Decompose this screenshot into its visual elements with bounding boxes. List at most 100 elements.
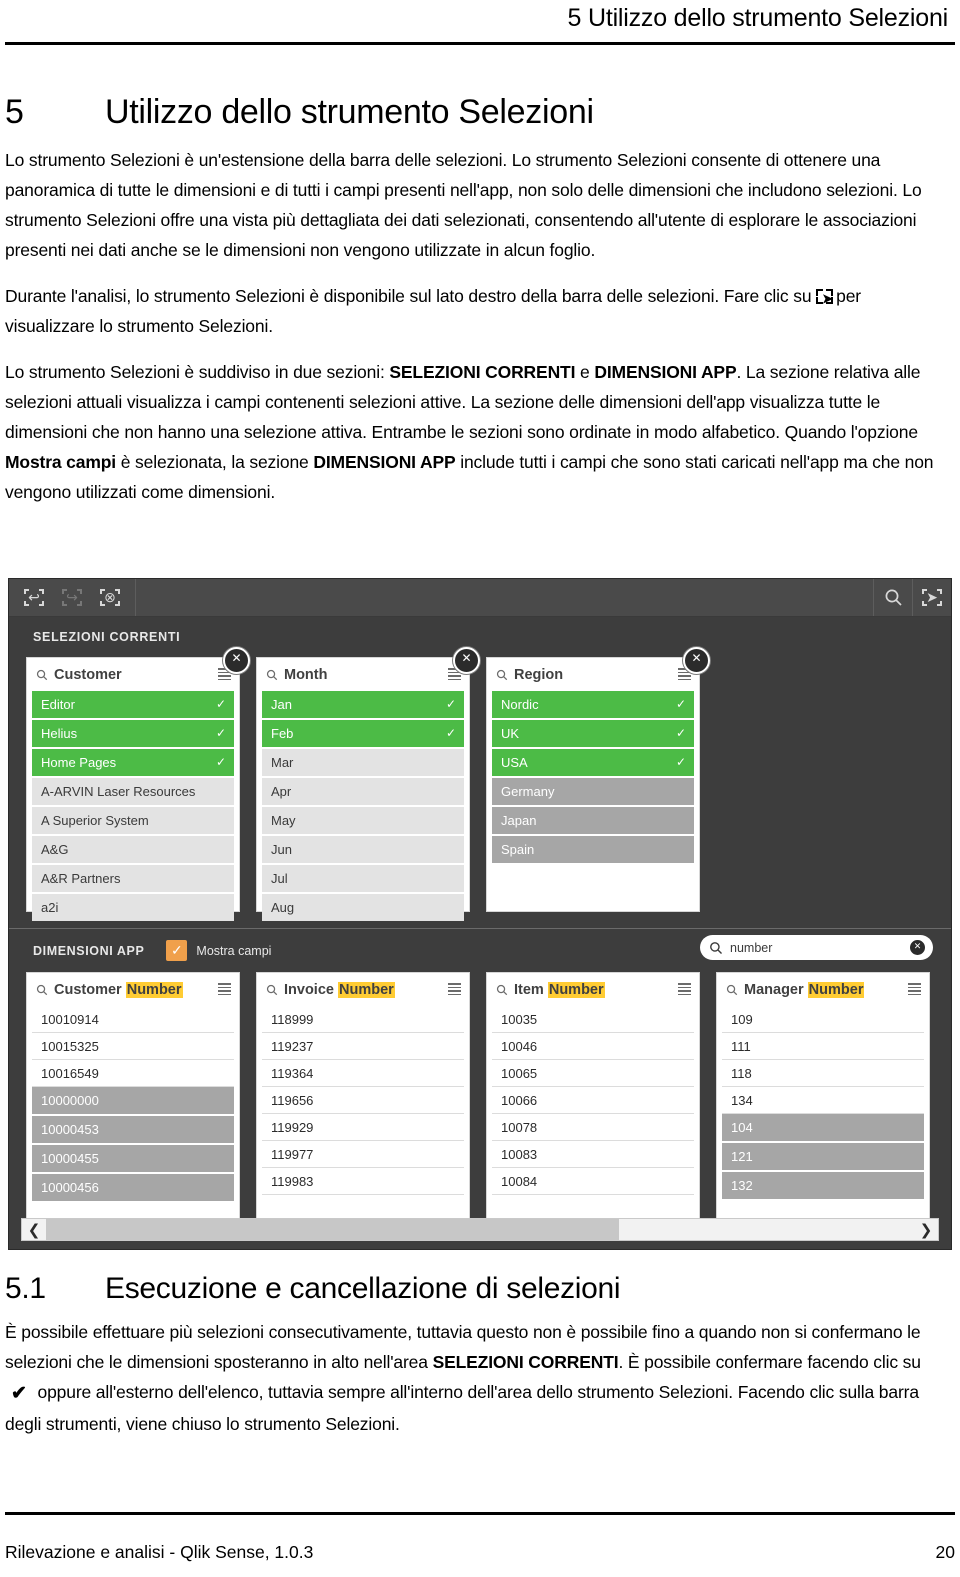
listbox-item[interactable]: Nordic ✓	[492, 691, 694, 718]
listbox-item[interactable]: 10035	[492, 1006, 694, 1033]
listbox-item[interactable]: Spain	[492, 836, 694, 863]
listbox-item[interactable]: 119977	[262, 1141, 464, 1168]
listbox-item[interactable]: 10083	[492, 1141, 694, 1168]
listbox-item[interactable]: 132	[722, 1172, 924, 1199]
listbox-close-icon[interactable]: ✕	[453, 647, 480, 674]
listbox-item-label: Spain	[501, 842, 535, 857]
listbox-title-highlight: Number	[807, 981, 865, 998]
listbox-header: Customer	[27, 658, 239, 691]
listbox-item[interactable]: 10065	[492, 1060, 694, 1087]
listbox-item[interactable]: 10046	[492, 1033, 694, 1060]
listbox-item-check-icon: ✓	[215, 755, 226, 769]
listbox-item[interactable]: 118999	[262, 1006, 464, 1033]
listbox-item[interactable]: A&R Partners	[32, 865, 234, 892]
listbox-item[interactable]: Home Pages ✓	[32, 749, 234, 776]
search-clear-icon[interactable]: ✕	[910, 940, 925, 955]
listbox-item[interactable]: 111	[722, 1033, 924, 1060]
show-fields-checkbox-wrap[interactable]: ✓ Mostra campi	[166, 940, 271, 961]
listbox-item[interactable]: 119929	[262, 1114, 464, 1141]
scrollbar-thumb[interactable]	[46, 1219, 619, 1240]
listbox-item[interactable]: 10000456	[32, 1174, 234, 1201]
listbox-item[interactable]: 10010914	[32, 1006, 234, 1033]
listbox-item[interactable]: A&G	[32, 836, 234, 863]
listbox-menu-icon[interactable]	[678, 983, 691, 996]
listbox-item[interactable]: 119237	[262, 1033, 464, 1060]
listbox-manager-number: Manager Number 109 111 118 134 104 121 132	[717, 973, 929, 1218]
listbox-item[interactable]: 10000453	[32, 1116, 234, 1143]
listbox-item-label: 121	[731, 1149, 753, 1164]
listbox-item[interactable]: Germany	[492, 778, 694, 805]
horizontal-scrollbar[interactable]: ❮ ❯	[21, 1218, 939, 1241]
listbox-item[interactable]: 109	[722, 1006, 924, 1033]
clear-selections-icon[interactable]: ⊗	[91, 579, 129, 616]
listbox-item[interactable]: 10016549	[32, 1060, 234, 1087]
listbox-item-check-icon: ✓	[675, 726, 686, 740]
listbox-item[interactable]: Japan	[492, 807, 694, 834]
listbox-item-label: 10015325	[41, 1038, 99, 1054]
listbox-search-icon[interactable]	[496, 984, 508, 996]
listbox-item[interactable]: 10000455	[32, 1145, 234, 1172]
search-input-value[interactable]: number	[730, 941, 910, 955]
listbox-item[interactable]: 119656	[262, 1087, 464, 1114]
listbox-item[interactable]: 10078	[492, 1114, 694, 1141]
listbox-item-label: 118999	[271, 1011, 314, 1027]
listbox-item[interactable]: Aug	[262, 894, 464, 921]
listbox-item[interactable]: 10084	[492, 1168, 694, 1195]
listbox-item[interactable]: 134	[722, 1087, 924, 1114]
scrollbar-track[interactable]	[46, 1219, 914, 1240]
listbox-search-icon[interactable]	[266, 984, 278, 996]
listbox-item[interactable]: USA ✓	[492, 749, 694, 776]
scroll-right-icon[interactable]: ❯	[914, 1221, 938, 1239]
dimensions-search-box[interactable]: number ✕	[700, 935, 933, 960]
selections-tool-toggle-icon[interactable]: ➤	[913, 579, 951, 616]
listbox-item[interactable]: 10000000	[32, 1087, 234, 1114]
listbox-item[interactable]: Apr	[262, 778, 464, 805]
listbox-menu-icon[interactable]	[908, 983, 921, 996]
listbox-close-icon[interactable]: ✕	[683, 647, 710, 674]
listbox-item[interactable]: 121	[722, 1143, 924, 1170]
listbox-item[interactable]: Editor ✓	[32, 691, 234, 718]
listbox-item[interactable]: Helius ✓	[32, 720, 234, 747]
search-icon[interactable]	[874, 579, 912, 616]
listbox-item[interactable]: A-ARVIN Laser Resources	[32, 778, 234, 805]
listbox-menu-icon[interactable]	[448, 983, 461, 996]
selections-tool-icon: ➤	[816, 289, 834, 305]
listbox-title-highlight: Number	[125, 981, 183, 998]
listbox-item[interactable]: Jan ✓	[262, 691, 464, 718]
show-fields-checkbox[interactable]: ✓	[166, 940, 188, 961]
listbox-close-icon[interactable]: ✕	[223, 647, 250, 674]
listbox-item-label: 111	[731, 1038, 751, 1054]
listbox-item[interactable]: 118	[722, 1060, 924, 1087]
listbox-item[interactable]: 119983	[262, 1168, 464, 1195]
section-heading: 5.1 Esecuzione e cancellazione di selezio…	[5, 1272, 949, 1305]
listbox-item[interactable]: 10015325	[32, 1033, 234, 1060]
listbox-item[interactable]: Jul	[262, 865, 464, 892]
listbox-item-label: Mar	[271, 755, 294, 770]
listbox-item[interactable]: a2i	[32, 894, 234, 921]
listbox-item[interactable]: Jun	[262, 836, 464, 863]
listbox-item[interactable]: Mar	[262, 749, 464, 776]
listbox-menu-icon[interactable]	[218, 983, 231, 996]
scroll-left-icon[interactable]: ❮	[22, 1221, 46, 1239]
page-footer: Rilevazione e analisi - Qlik Sense, 1.0.…	[5, 1542, 955, 1563]
listbox-item[interactable]: May	[262, 807, 464, 834]
listbox-search-icon[interactable]	[496, 669, 508, 681]
listbox-title-highlight: Number	[338, 981, 395, 998]
listbox-search-icon[interactable]	[726, 984, 738, 996]
listbox-item[interactable]: A Superior System	[32, 807, 234, 834]
step-back-icon[interactable]: ↩	[15, 579, 53, 616]
running-header-text: 5 Utilizzo dello strumento Selezioni	[567, 4, 949, 32]
listbox-item[interactable]: UK ✓	[492, 720, 694, 747]
sections-paragraph: Lo strumento Selezioni è suddiviso in du…	[5, 357, 949, 507]
step-forward-icon[interactable]: ↪	[53, 579, 91, 616]
listbox-item[interactable]: 104	[722, 1114, 924, 1141]
listbox-title: Customer	[54, 666, 122, 683]
sections-bold-current: SELEZIONI CORRENTI	[389, 362, 576, 383]
listbox-search-icon[interactable]	[36, 669, 48, 681]
listbox-item[interactable]: Feb ✓	[262, 720, 464, 747]
listbox-item-label: 10000453	[41, 1122, 99, 1137]
listbox-item[interactable]: 119364	[262, 1060, 464, 1087]
listbox-search-icon[interactable]	[266, 669, 278, 681]
listbox-search-icon[interactable]	[36, 984, 48, 996]
listbox-item[interactable]: 10066	[492, 1087, 694, 1114]
